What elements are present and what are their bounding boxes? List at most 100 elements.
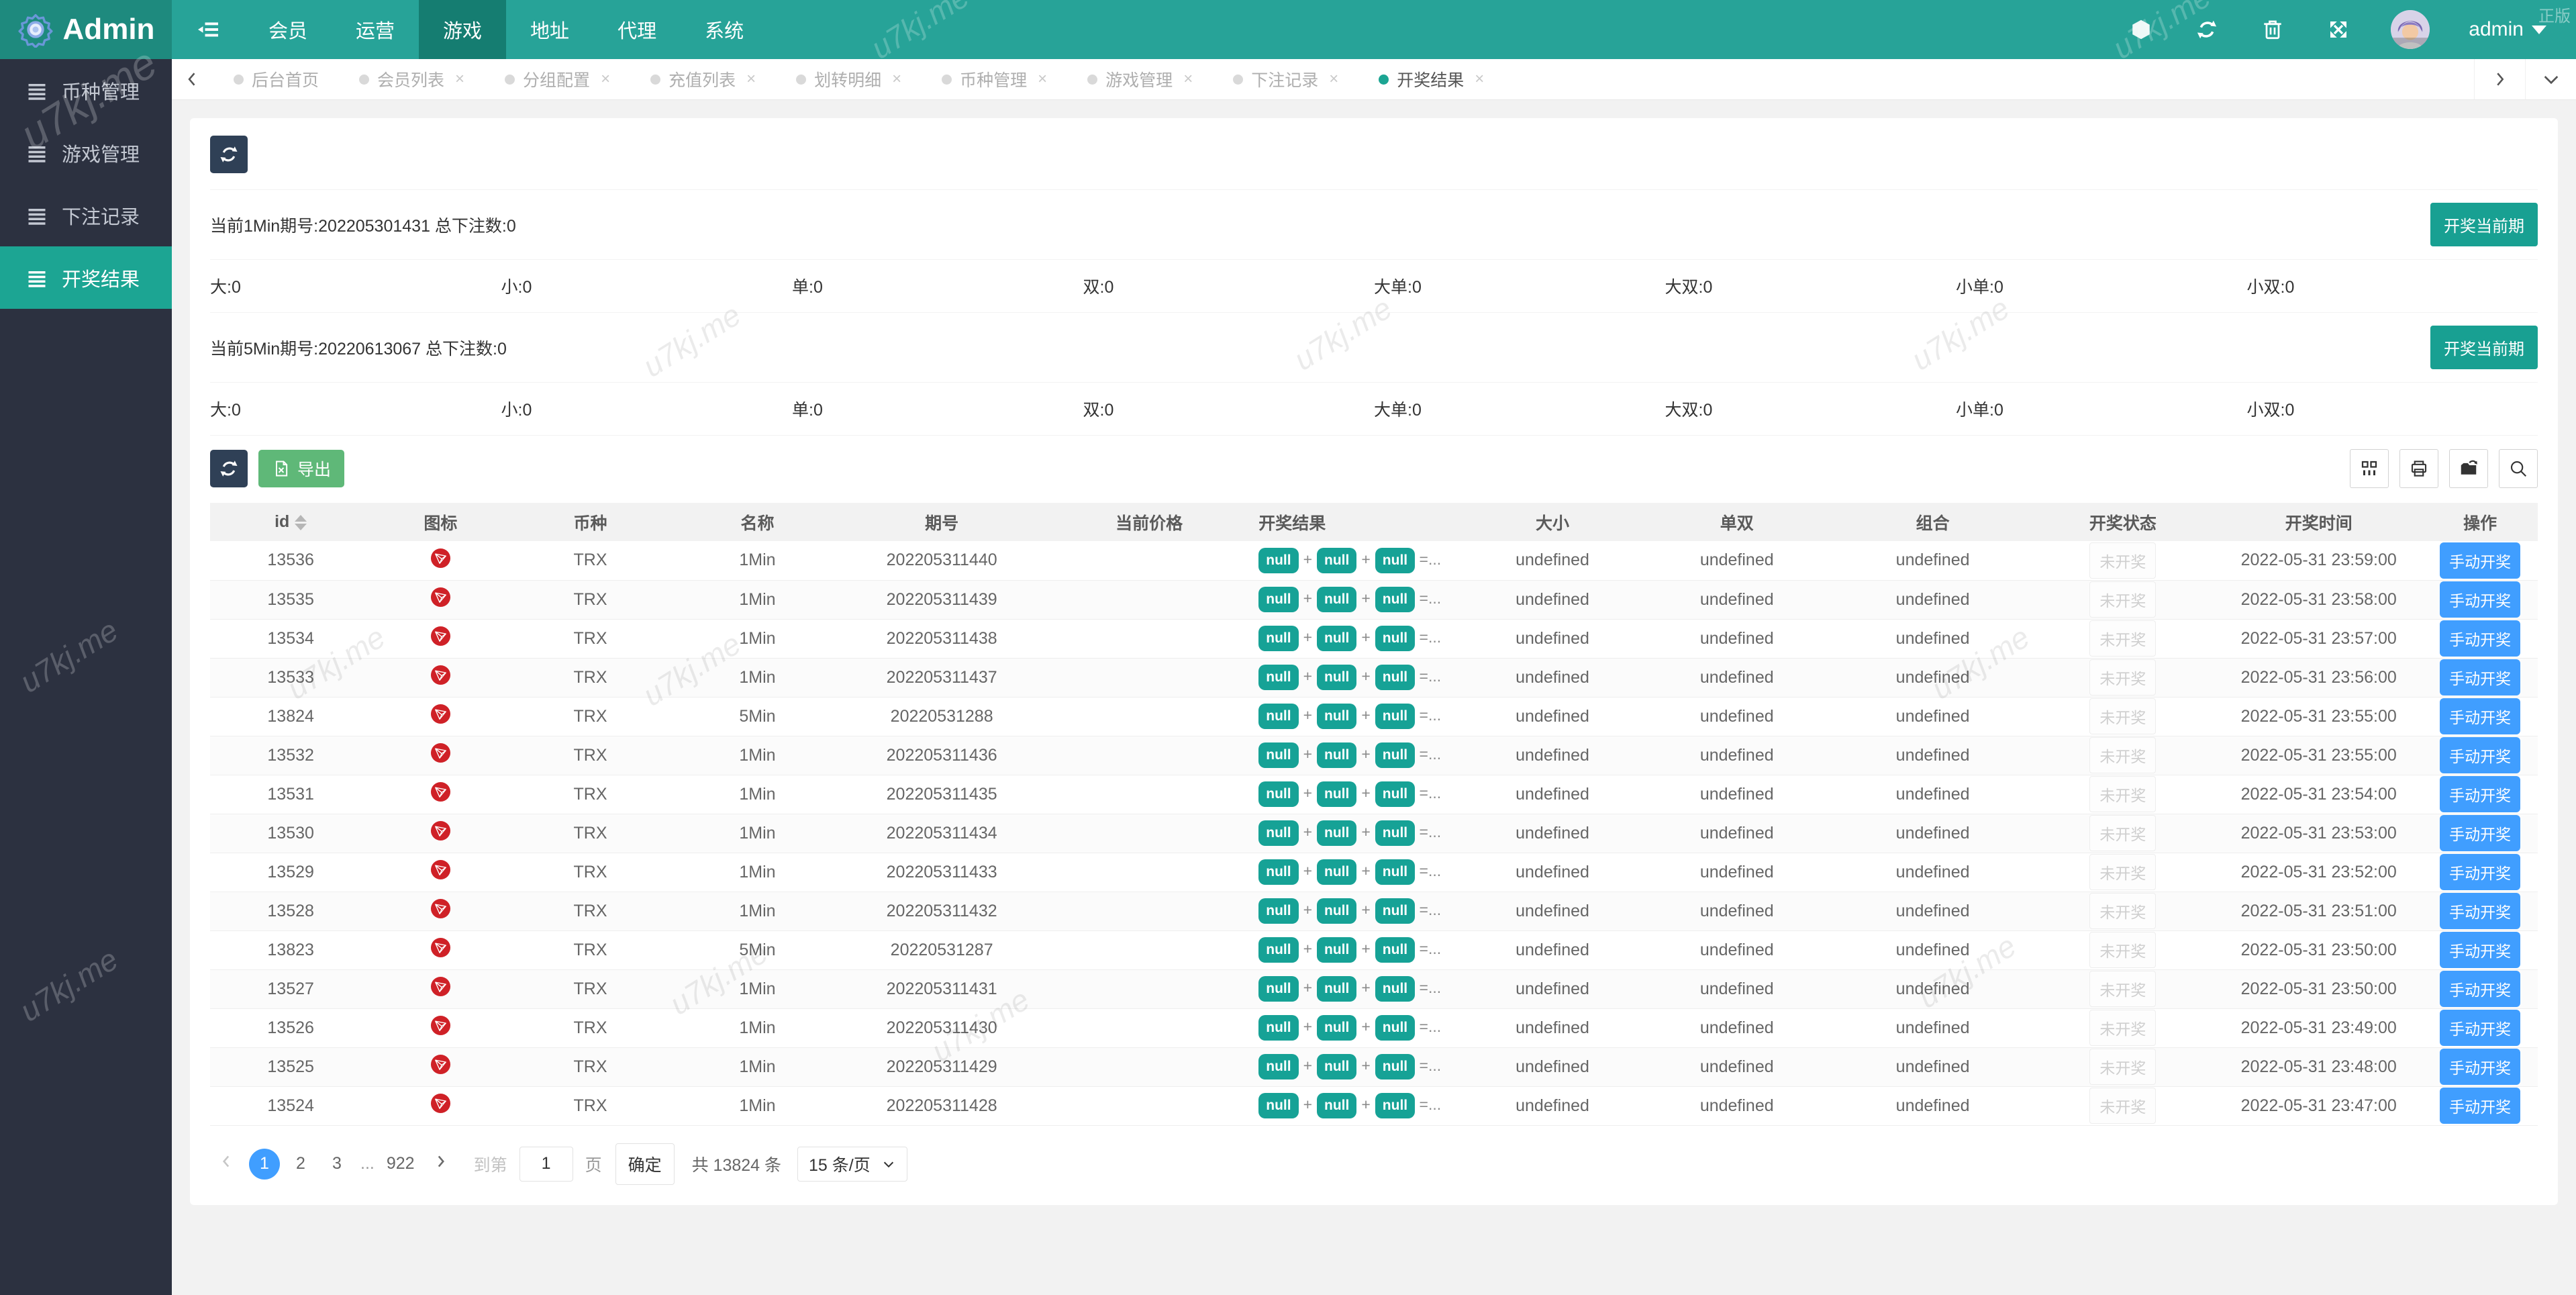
page-number-2[interactable]: 2 [285, 1149, 316, 1180]
table-row: 13534 TRX 1Min 202205311438 null + null + null =… [210, 619, 2538, 659]
export-data-button[interactable] [2449, 449, 2488, 488]
cell-time: 2022-05-31 23:52:00 [2215, 853, 2423, 892]
fullscreen-icon[interactable] [2325, 16, 2352, 43]
sidebar-item-3[interactable]: 开奖结果 [0, 246, 172, 309]
cell-action: 手动开奖 [2422, 1008, 2538, 1048]
tab-close-icon[interactable]: × [892, 70, 901, 89]
tab-close-icon[interactable]: × [1329, 70, 1338, 89]
prev-page-button[interactable] [210, 1153, 244, 1175]
cell-icon [371, 775, 510, 814]
refresh-table-button[interactable] [210, 450, 248, 487]
tab-6[interactable]: 游戏管理 × [1067, 59, 1213, 99]
manual-draw-button[interactable]: 手动开奖 [2440, 542, 2521, 579]
manual-draw-button[interactable]: 手动开奖 [2440, 737, 2521, 773]
sidebar-item-0[interactable]: 币种管理 [0, 59, 172, 122]
sidebar-item-1[interactable]: 游戏管理 [0, 122, 172, 184]
table-row: 13531 TRX 1Min 202205311435 null + null + null =… [210, 775, 2538, 814]
tab-close-icon[interactable]: × [746, 70, 756, 89]
columns-filter-button[interactable] [2350, 449, 2389, 488]
nav-item-0[interactable]: 会员 [244, 0, 332, 59]
export-button[interactable]: 导出 [258, 450, 345, 487]
tab-close-icon[interactable]: × [1183, 70, 1193, 89]
manual-draw-button[interactable]: 手动开奖 [2440, 776, 2521, 812]
tab-close-icon[interactable]: × [601, 70, 610, 89]
result-badge: null [1375, 1015, 1416, 1041]
cell-coin: TRX [509, 1086, 671, 1126]
sidebar-item-2[interactable]: 下注记录 [0, 184, 172, 246]
table-row: 13536 TRX 1Min 202205311440 null + null + null =… [210, 541, 2538, 581]
tron-coin-icon [430, 898, 450, 919]
nav-item-2[interactable]: 游戏 [419, 0, 507, 59]
page-number-3[interactable]: 3 [321, 1149, 352, 1180]
cell-status: 未开奖 [2030, 658, 2216, 698]
cell-time: 2022-05-31 23:56:00 [2215, 658, 2423, 698]
manual-draw-button[interactable]: 手动开奖 [2440, 1088, 2521, 1124]
manual-draw-button[interactable]: 手动开奖 [2440, 1010, 2521, 1046]
cell-name: 1Min [671, 580, 844, 620]
nav-item-4[interactable]: 代理 [593, 0, 681, 59]
tabs-scroll-left-button[interactable] [172, 59, 213, 99]
tab-5[interactable]: 币种管理 × [922, 59, 1067, 99]
cell-icon [371, 1047, 510, 1087]
trash-icon[interactable] [2259, 16, 2286, 43]
tabs-scroll-right-button[interactable] [2474, 59, 2525, 99]
manual-draw-button[interactable]: 手动开奖 [2440, 854, 2521, 890]
manual-draw-button[interactable]: 手动开奖 [2440, 620, 2521, 657]
tron-coin-icon [430, 548, 450, 568]
tab-7[interactable]: 下注记录 × [1213, 59, 1358, 99]
plus-sign: + [1303, 1057, 1313, 1074]
manual-draw-button[interactable]: 手动开奖 [2440, 971, 2521, 1007]
cell-name: 1Min [671, 736, 844, 775]
avatar[interactable] [2391, 10, 2430, 49]
nav-item-3[interactable]: 地址 [506, 0, 593, 59]
cell-size: undefined [1466, 1008, 1639, 1048]
tab-8[interactable]: 开奖结果 × [1358, 59, 1504, 99]
menu-fold-button[interactable] [172, 0, 244, 59]
plus-sign: + [1361, 784, 1371, 802]
page-jump-input[interactable] [519, 1146, 573, 1182]
manual-draw-button[interactable]: 手动开奖 [2440, 893, 2521, 929]
page-number-1[interactable]: 1 [249, 1148, 280, 1180]
manual-draw-button[interactable]: 手动开奖 [2440, 932, 2521, 968]
search-button[interactable] [2499, 449, 2538, 488]
honeycomb-icon[interactable] [2128, 16, 2154, 43]
nav-item-5[interactable]: 系统 [681, 0, 768, 59]
refresh-icon[interactable] [2193, 16, 2220, 43]
tab-0[interactable]: 后台首页 [213, 59, 339, 99]
sidebar: 币种管理游戏管理 下注记录 开奖结果 [0, 59, 172, 1295]
cell-size: undefined [1466, 658, 1639, 698]
refresh-panel-button[interactable] [210, 136, 248, 173]
tab-1[interactable]: 会员列表 × [339, 59, 485, 99]
tab-3[interactable]: 充值列表 × [630, 59, 776, 99]
page-number-922[interactable]: 922 [383, 1149, 419, 1180]
chevron-down-icon [883, 1161, 893, 1167]
cell-status: 未开奖 [2030, 697, 2216, 736]
sort-icon[interactable] [295, 514, 307, 530]
print-button[interactable] [2399, 449, 2438, 488]
confirm-page-button[interactable]: 确定 [615, 1143, 675, 1185]
cell-id: 13534 [210, 619, 372, 659]
nav-item-1[interactable]: 运营 [332, 0, 419, 59]
column-header-0[interactable]: id [210, 503, 372, 541]
next-page-button[interactable] [424, 1153, 458, 1175]
manual-draw-button[interactable]: 手动开奖 [2440, 581, 2521, 618]
tab-close-icon[interactable]: × [1038, 70, 1047, 89]
manual-draw-button[interactable]: 手动开奖 [2440, 1049, 2521, 1085]
manual-draw-button[interactable]: 手动开奖 [2440, 698, 2521, 734]
tabs-menu-button[interactable] [2525, 59, 2576, 99]
tab-2[interactable]: 分组配置 × [485, 59, 630, 99]
draw-current-button-2[interactable]: 开奖当前期 [2430, 326, 2538, 369]
manual-draw-button[interactable]: 手动开奖 [2440, 659, 2521, 696]
draw-current-button-1[interactable]: 开奖当前期 [2430, 203, 2538, 246]
user-menu[interactable]: admin [2469, 18, 2546, 41]
page-size-select[interactable]: 15 条/页 [797, 1146, 907, 1182]
column-label: 币种 [573, 514, 607, 533]
tab-close-icon[interactable]: × [1475, 70, 1484, 89]
manual-draw-button[interactable]: 手动开奖 [2440, 815, 2521, 851]
cell-action: 手动开奖 [2422, 814, 2538, 853]
tab-close-icon[interactable]: × [455, 70, 464, 89]
tab-4[interactable]: 划转明细 × [776, 59, 922, 99]
result-suffix: =... [1415, 628, 1442, 646]
cell-action: 手动开奖 [2422, 775, 2538, 814]
sidebar-item-label: 币种管理 [62, 81, 140, 103]
